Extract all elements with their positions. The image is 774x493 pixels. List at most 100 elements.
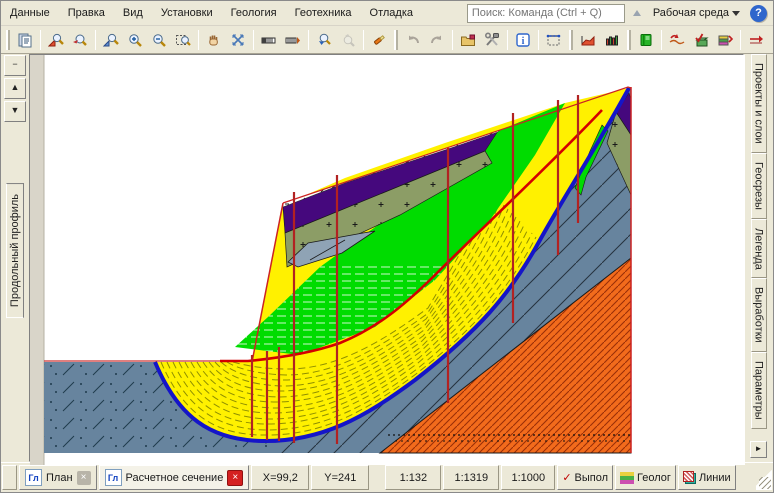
lines-mode-button[interactable]: Линии (678, 465, 736, 490)
zoom-in-button[interactable] (123, 28, 147, 52)
zoom-next-button[interactable] (336, 28, 360, 52)
geology-layers-icon (620, 472, 634, 484)
update-section-button[interactable] (665, 28, 689, 52)
left-panel-strip: − ▲ ▼ Продольный профиль (1, 54, 29, 462)
toolbar-separator (507, 30, 508, 50)
command-search-input[interactable] (467, 4, 625, 23)
statusbar-spacer (738, 465, 754, 490)
search-collapse-icon[interactable] (633, 10, 641, 16)
pan-hand-button[interactable] (202, 28, 226, 52)
toolbar-separator (452, 30, 453, 50)
doc-tab-label: План (46, 472, 73, 484)
document-type-icon: Гл (105, 469, 122, 486)
close-icon[interactable]: × (77, 471, 91, 485)
menu-bar: Данные Правка Вид Установки Геология Гео… (1, 1, 773, 26)
cursor-y-coordinate: Y=241 (311, 465, 369, 490)
main-area: − ▲ ▼ Продольный профиль (1, 54, 773, 462)
right-panel-strip: Проекты и слои Геосрезы Легенда Выработк… (744, 54, 773, 462)
zoom-previous-button[interactable] (312, 28, 336, 52)
scale-ruler-arrow-button[interactable] (281, 28, 305, 52)
statusbar-stub (2, 465, 17, 490)
main-toolbar: i » (1, 26, 773, 54)
workspace-menu[interactable]: Рабочая среда (649, 5, 744, 21)
toolbar-drag-handle[interactable] (6, 30, 10, 50)
apply-geology-button[interactable] (689, 28, 713, 52)
tab-geosections[interactable]: Геосрезы (751, 153, 767, 219)
toolbar-drag-handle[interactable] (627, 30, 631, 50)
doc-tab-plan[interactable]: Гл План × (19, 465, 97, 490)
window-resize-grip[interactable] (756, 465, 772, 490)
menu-view[interactable]: Вид (114, 4, 152, 22)
lines-mode-label: Линии (699, 472, 731, 484)
workspace-label: Рабочая среда (653, 7, 729, 19)
tab-legend[interactable]: Легенда (751, 219, 767, 279)
geology-mode-button[interactable]: Геолог (615, 465, 676, 490)
panel-scroll-right-button[interactable]: ► (750, 441, 767, 458)
toolbar-separator (253, 30, 254, 50)
hatched-lines-icon (683, 471, 696, 484)
toolbar-separator (661, 30, 662, 50)
zoom-to-object-button[interactable] (44, 28, 68, 52)
scale-current[interactable]: 1:1319 (443, 465, 499, 490)
toolbar-separator (308, 30, 309, 50)
check-pencil-icon: ✓ (562, 471, 571, 484)
step-points-button[interactable] (768, 28, 773, 52)
statusbar-spacer (371, 465, 383, 490)
open-project-button[interactable] (456, 28, 480, 52)
menu-settings[interactable]: Установки (152, 4, 222, 22)
toolbar-separator (740, 30, 741, 50)
menu-data[interactable]: Данные (1, 4, 59, 22)
doc-tab-calc-section[interactable]: Гл Расчетное сечение × (99, 465, 250, 490)
svg-text:i: i (522, 36, 525, 47)
close-icon[interactable]: × (227, 470, 243, 486)
info-button[interactable]: i (511, 28, 535, 52)
status-bar: Гл План × Гл Расчетное сечение × X=99,2 … (1, 462, 773, 492)
toolbar-separator (538, 30, 539, 50)
menu-debug[interactable]: Отладка (361, 4, 422, 22)
legend-book-button[interactable] (634, 28, 658, 52)
chevron-down-icon (732, 11, 740, 16)
toolbar-separator (363, 30, 364, 50)
zoom-extents-button[interactable] (226, 28, 250, 52)
go-next-line-button[interactable] (744, 28, 768, 52)
report-clipboard-button[interactable] (13, 28, 37, 52)
fill-mode-label: Выпол (575, 472, 609, 484)
tab-projects-layers[interactable]: Проекты и слои (751, 54, 767, 153)
tab-parameters[interactable]: Параметры (751, 352, 767, 429)
cursor-x-coordinate: X=99,2 (251, 465, 309, 490)
undo-button[interactable] (401, 28, 425, 52)
menu-edit[interactable]: Правка (59, 4, 114, 22)
scale-horizontal[interactable]: 1:132 (385, 465, 441, 490)
zoom-out-button[interactable] (147, 28, 171, 52)
document-type-icon: Гл (25, 469, 42, 486)
collapse-panel-button[interactable]: − (4, 55, 26, 76)
scale-vertical[interactable]: 1:1000 (501, 465, 555, 490)
menu-geotechnics[interactable]: Геотехника (286, 4, 361, 22)
toolbar-separator (95, 30, 96, 50)
menu-geology[interactable]: Геология (222, 4, 286, 22)
scroll-down-button[interactable]: ▼ (4, 101, 26, 122)
section-frame-button[interactable] (542, 28, 566, 52)
histogram-chart-button[interactable] (600, 28, 624, 52)
highlight-brush-button[interactable] (367, 28, 391, 52)
scale-ruler-button[interactable] (257, 28, 281, 52)
zoom-pointer-button[interactable] (68, 28, 92, 52)
toolbar-separator (40, 30, 41, 50)
scroll-up-button[interactable]: ▲ (4, 78, 26, 99)
cross-section-drawing[interactable] (30, 55, 745, 465)
zoom-window-button[interactable] (171, 28, 195, 52)
refresh-layers-button[interactable] (713, 28, 737, 52)
tools-settings-button[interactable] (480, 28, 504, 52)
redo-button[interactable] (425, 28, 449, 52)
drawing-canvas-container (29, 54, 744, 462)
help-button[interactable]: ? (750, 5, 767, 22)
toolbar-separator (198, 30, 199, 50)
tab-longitudinal-profile[interactable]: Продольный профиль (6, 183, 24, 318)
profile-chart-button[interactable] (576, 28, 600, 52)
toolbar-drag-handle[interactable] (394, 30, 398, 50)
application-window: Данные Правка Вид Установки Геология Гео… (0, 0, 774, 493)
fill-mode-button[interactable]: ✓ Выпол (557, 465, 613, 490)
toolbar-drag-handle[interactable] (569, 30, 573, 50)
tab-boreholes[interactable]: Выработки (751, 278, 767, 352)
zoom-area-button[interactable] (99, 28, 123, 52)
